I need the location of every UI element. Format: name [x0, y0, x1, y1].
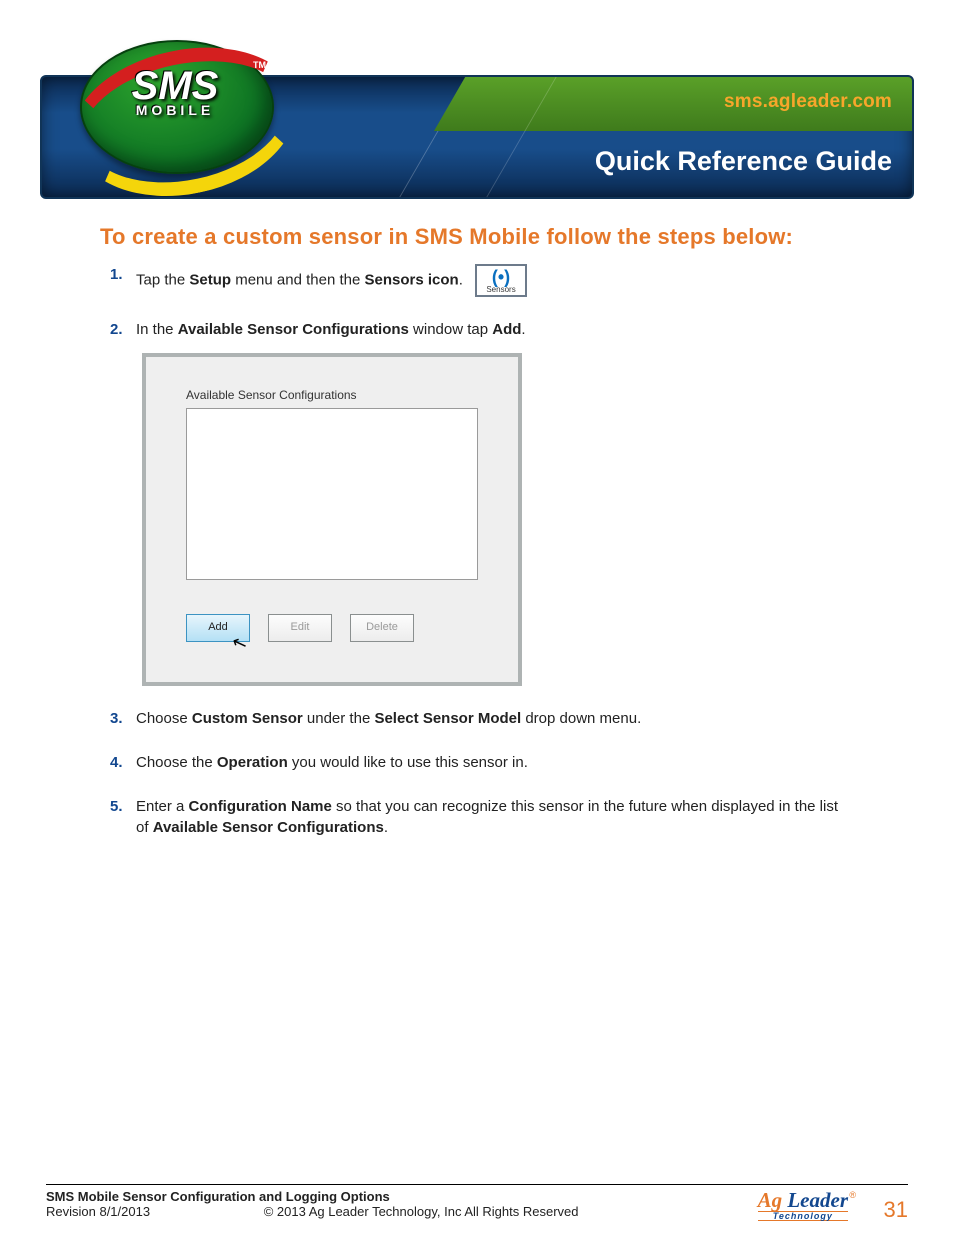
section-title: To create a custom sensor in SMS Mobile …: [100, 224, 854, 250]
step-4: Choose the Operation you would like to u…: [136, 752, 854, 774]
signal-icon: (•): [477, 268, 525, 286]
page-number: 31: [884, 1197, 908, 1223]
step-1: Tap the Setup menu and then the Sensors …: [136, 264, 854, 297]
banner-title: Quick Reference Guide: [595, 146, 892, 177]
footer-revision: Revision 8/1/2013: [46, 1204, 150, 1219]
steps-list: Tap the Setup menu and then the Sensors …: [110, 264, 854, 839]
banner-url: sms.agleader.com: [724, 91, 892, 113]
edit-button[interactable]: Edit: [268, 614, 332, 642]
header-banner: sms.agleader.com Quick Reference Guide T…: [40, 20, 914, 190]
step-3: Choose Custom Sensor under the Select Se…: [136, 708, 854, 730]
config-window-screenshot: Available Sensor Configurations Add Edit…: [142, 353, 522, 686]
page-footer: SMS Mobile Sensor Configuration and Logg…: [46, 1184, 908, 1219]
step-5: Enter a Configuration Name so that you c…: [136, 796, 854, 840]
config-listbox[interactable]: [186, 408, 478, 580]
delete-button[interactable]: Delete: [350, 614, 414, 642]
sensors-icon: (•) Sensors: [475, 264, 527, 297]
agleader-logo: Ag Leader ® Technology: [758, 1191, 848, 1221]
sms-mobile-logo: TM SMS MOBILE: [80, 20, 270, 190]
config-window-title: Available Sensor Configurations: [186, 387, 478, 404]
step-2: In the Available Sensor Configurations w…: [136, 319, 854, 686]
footer-copyright: © 2013 Ag Leader Technology, Inc All Rig…: [264, 1204, 579, 1219]
